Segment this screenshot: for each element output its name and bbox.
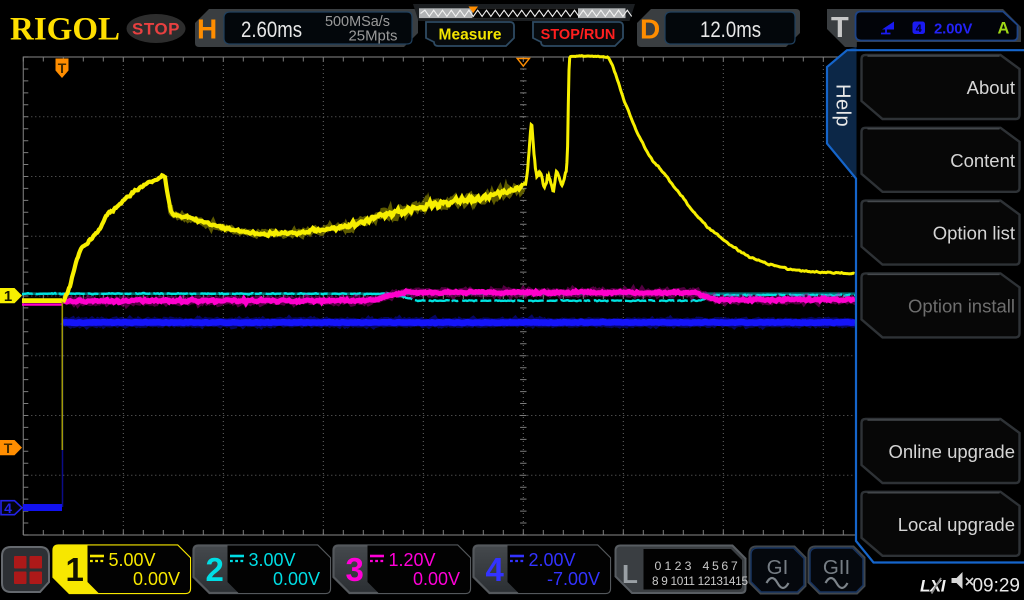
svg-text:D: D xyxy=(640,14,660,45)
svg-text:12.0ms: 12.0ms xyxy=(700,17,761,42)
svg-text:1: 1 xyxy=(66,551,84,588)
svg-text:0123: 0123 xyxy=(655,559,695,573)
svg-text:5.00V: 5.00V xyxy=(109,550,156,570)
svg-text:GI: GI xyxy=(767,556,789,579)
svg-text:0.00V: 0.00V xyxy=(133,569,180,589)
svg-text:3.00V: 3.00V xyxy=(249,550,296,570)
svg-text:2.60ms: 2.60ms xyxy=(241,17,302,42)
svg-text:2.00V: 2.00V xyxy=(934,21,972,38)
svg-text:T: T xyxy=(4,440,13,456)
svg-text:T: T xyxy=(831,12,849,44)
svg-text:Content: Content xyxy=(950,150,1015,171)
svg-text:0.00V: 0.00V xyxy=(273,569,320,589)
svg-text:Help: Help xyxy=(832,84,854,127)
svg-text:Option list: Option list xyxy=(933,223,1015,244)
svg-text:4: 4 xyxy=(916,23,923,35)
svg-text:4: 4 xyxy=(486,551,505,588)
svg-text:8 9 1011 12131415: 8 9 1011 12131415 xyxy=(652,574,748,588)
svg-text:STOP: STOP xyxy=(132,20,180,39)
svg-text:-7.00V: -7.00V xyxy=(547,569,600,589)
svg-text:Option install: Option install xyxy=(908,295,1015,316)
svg-text:A: A xyxy=(998,20,1010,38)
svg-text:H: H xyxy=(197,14,217,45)
svg-text:25Mpts: 25Mpts xyxy=(349,28,398,45)
svg-text:2: 2 xyxy=(206,551,224,588)
svg-text:09:29: 09:29 xyxy=(972,576,1020,597)
svg-text:Measure: Measure xyxy=(439,27,502,44)
svg-text:RIGOL: RIGOL xyxy=(10,12,120,48)
svg-text:STOP/RUN: STOP/RUN xyxy=(541,27,616,43)
svg-text:1.20V: 1.20V xyxy=(389,550,436,570)
svg-text:Local upgrade: Local upgrade xyxy=(898,514,1015,535)
svg-text:4: 4 xyxy=(4,500,12,516)
svg-text:0.00V: 0.00V xyxy=(413,569,460,589)
svg-text:Online upgrade: Online upgrade xyxy=(888,441,1015,462)
svg-text:4567: 4567 xyxy=(703,559,741,573)
svg-text:1: 1 xyxy=(4,288,12,305)
svg-text:GII: GII xyxy=(823,556,850,579)
svg-text:L: L xyxy=(622,559,638,589)
svg-text:About: About xyxy=(967,77,1015,98)
svg-text:3: 3 xyxy=(346,551,364,588)
svg-text:T: T xyxy=(58,60,67,76)
svg-text:2.00V: 2.00V xyxy=(529,550,576,570)
svg-text:LXI: LXI xyxy=(920,577,947,596)
